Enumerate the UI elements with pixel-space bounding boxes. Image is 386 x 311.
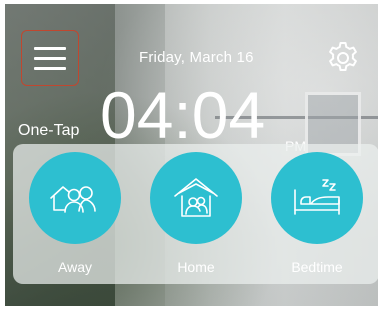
home-mode-label: Home <box>177 259 215 275</box>
date-label: Friday, March 16 <box>139 49 254 66</box>
away-mode-label: Away <box>58 259 92 275</box>
away-people-icon <box>50 186 96 213</box>
bed-icon <box>294 179 340 215</box>
settings-button[interactable] <box>325 40 361 76</box>
away-mode-circle[interactable] <box>29 152 121 244</box>
home-icon <box>174 178 218 217</box>
one-tap-label: One-Tap <box>18 122 80 139</box>
clock-time: 04:04 <box>100 78 266 152</box>
bedtime-mode-button[interactable]: Bedtime <box>268 152 366 275</box>
app-screen: Friday, March 16 04:04 One-Tap PM <box>5 4 378 306</box>
bedtime-mode-circle[interactable] <box>271 152 363 244</box>
gear-icon <box>329 42 357 71</box>
one-tap-panel: Away Home Bedtime <box>13 144 378 284</box>
bedtime-mode-label: Bedtime <box>291 259 343 275</box>
menu-button[interactable] <box>21 30 79 86</box>
home-mode-button[interactable]: Home <box>147 152 245 275</box>
home-mode-circle[interactable] <box>150 152 242 244</box>
hamburger-menu-icon <box>34 47 66 70</box>
away-mode-button[interactable]: Away <box>26 152 124 275</box>
